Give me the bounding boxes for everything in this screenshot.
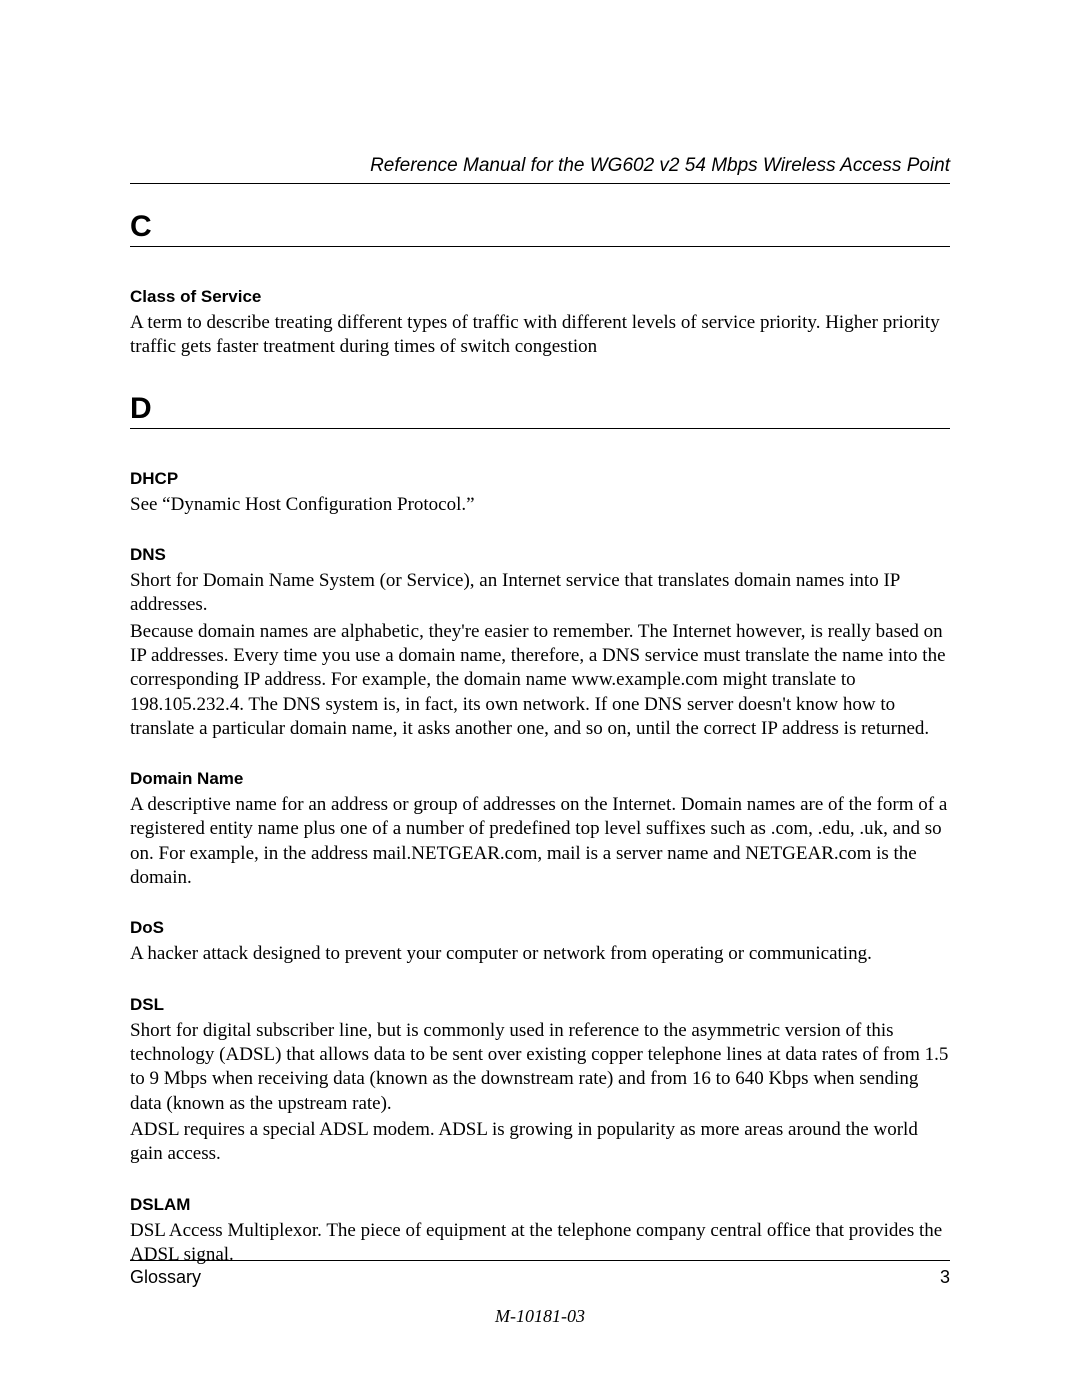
glossary-entry: DoS A hacker attack designed to prevent … [130, 918, 950, 966]
footer-section-name: Glossary [130, 1267, 201, 1288]
footer-document-number: M-10181-03 [130, 1306, 950, 1327]
document-header-title: Reference Manual for the WG602 v2 54 Mbp… [130, 155, 950, 184]
glossary-definition: Short for digital subscriber line, but i… [130, 1019, 950, 1167]
glossary-definition: A descriptive name for an address or gro… [130, 793, 950, 890]
definition-paragraph: A descriptive name for an address or gro… [130, 793, 950, 890]
section-heading-c: C [130, 212, 950, 247]
definition-paragraph: A hacker attack designed to prevent your… [130, 942, 950, 966]
footer-page-number: 3 [940, 1267, 950, 1288]
definition-paragraph: See “Dynamic Host Configuration Protocol… [130, 493, 950, 517]
glossary-term: DNS [130, 545, 950, 565]
glossary-term: DHCP [130, 469, 950, 489]
glossary-term: Domain Name [130, 769, 950, 789]
definition-paragraph: Short for Domain Name System (or Service… [130, 569, 950, 618]
definition-paragraph: A term to describe treating different ty… [130, 311, 950, 360]
section-heading-d: D [130, 394, 950, 429]
glossary-entry: DNS Short for Domain Name System (or Ser… [130, 545, 950, 741]
definition-paragraph: ADSL requires a special ADSL modem. ADSL… [130, 1118, 950, 1167]
glossary-definition: Short for Domain Name System (or Service… [130, 569, 950, 741]
glossary-definition: See “Dynamic Host Configuration Protocol… [130, 493, 950, 517]
glossary-definition: A hacker attack designed to prevent your… [130, 942, 950, 966]
footer-row: Glossary 3 [130, 1260, 950, 1288]
glossary-definition: A term to describe treating different ty… [130, 311, 950, 360]
glossary-entry: Class of Service A term to describe trea… [130, 287, 950, 360]
glossary-entry: DHCP See “Dynamic Host Configuration Pro… [130, 469, 950, 517]
definition-paragraph: Because domain names are alphabetic, the… [130, 620, 950, 742]
glossary-term: Class of Service [130, 287, 950, 307]
glossary-term: DSLAM [130, 1195, 950, 1215]
glossary-entry: DSL Short for digital subscriber line, b… [130, 995, 950, 1167]
glossary-page: Reference Manual for the WG602 v2 54 Mbp… [0, 0, 1080, 1397]
page-footer: Glossary 3 M-10181-03 [130, 1260, 950, 1327]
definition-paragraph: Short for digital subscriber line, but i… [130, 1019, 950, 1116]
glossary-term: DSL [130, 995, 950, 1015]
glossary-entry: Domain Name A descriptive name for an ad… [130, 769, 950, 890]
glossary-entry: DSLAM DSL Access Multiplexor. The piece … [130, 1195, 950, 1268]
glossary-term: DoS [130, 918, 950, 938]
